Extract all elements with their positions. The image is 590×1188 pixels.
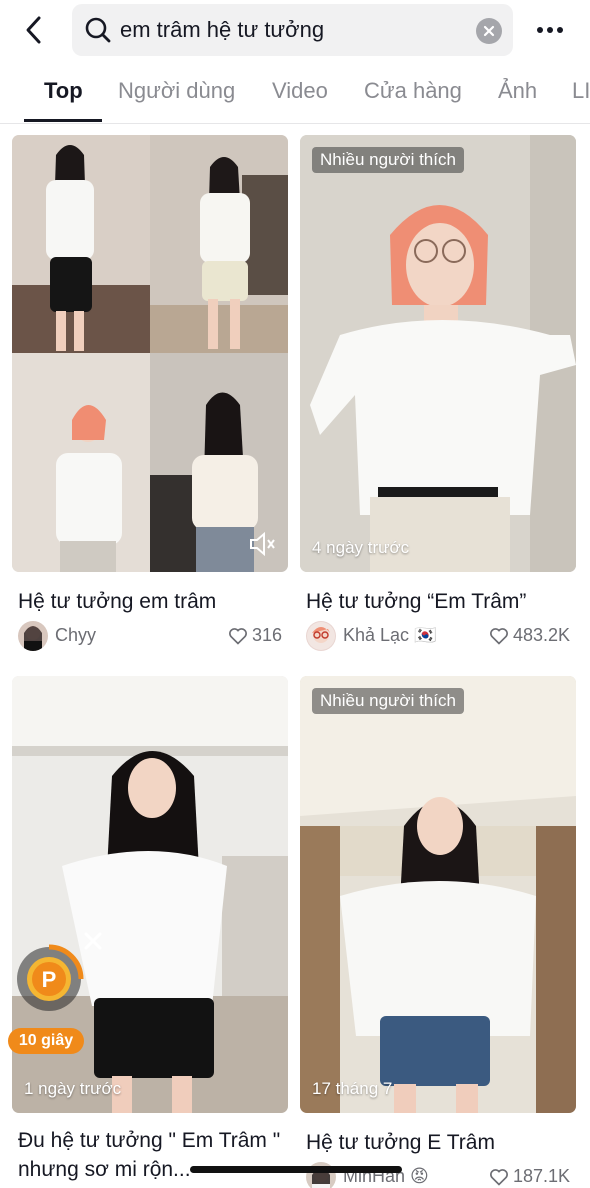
video-thumbnail[interactable]: Nhiều người thích 17 tháng 7 — [300, 676, 576, 1113]
coin-symbol: P — [42, 967, 57, 992]
chevron-left-icon — [26, 16, 41, 44]
header: em trâm hệ tư tưởng — [0, 0, 590, 62]
video-caption[interactable]: Hệ tư tưởng em trâm — [18, 587, 288, 616]
clear-search-button[interactable] — [476, 18, 502, 44]
results-tabs: Top Người dùng Video Cửa hàng Ảnh LI — [0, 62, 590, 124]
like-count-value: 316 — [251, 625, 282, 645]
tab-top[interactable]: Top — [44, 78, 83, 104]
like-count-value: 483.2K — [512, 625, 570, 645]
popular-badge: Nhiều người thích — [312, 147, 464, 173]
post-date: 17 tháng 7 — [312, 1079, 393, 1098]
clear-x-icon — [483, 25, 495, 37]
tab-live[interactable]: LI — [572, 78, 590, 104]
close-icon[interactable] — [82, 930, 104, 952]
video-still-image — [300, 135, 576, 572]
more-options-button[interactable] — [530, 12, 570, 48]
post-date: 4 ngày trước — [312, 538, 410, 557]
heart-icon — [489, 627, 508, 645]
video-caption[interactable]: Đu hệ tư tưởng " Em Trâm " nhưng sơ mi r… — [18, 1126, 288, 1184]
author-name[interactable]: Chyy — [55, 625, 96, 646]
like-count-value: 187.1K — [512, 1166, 570, 1186]
video-caption[interactable]: Hệ tư tưởng E Trâm — [306, 1128, 576, 1157]
heart-icon — [229, 627, 247, 645]
video-thumbnail[interactable]: Nhiều người thích 4 ngày trước — [300, 135, 576, 572]
avatar[interactable] — [18, 621, 48, 651]
avatar[interactable] — [306, 621, 336, 651]
video-meta: Khả Lạc 🇰🇷 483.2K — [306, 621, 570, 651]
like-count: 316 — [228, 625, 282, 646]
more-dot — [557, 27, 563, 33]
video-thumbnail[interactable] — [12, 135, 288, 572]
tab-photos[interactable]: Ảnh — [498, 78, 537, 104]
volume-icon[interactable] — [248, 531, 278, 557]
back-button[interactable] — [14, 10, 54, 50]
tab-video[interactable]: Video — [272, 78, 328, 104]
video-meta: Chyy 316 — [18, 621, 282, 651]
more-dots-icon — [537, 27, 543, 33]
reward-timer: 10 giây — [8, 1028, 84, 1054]
like-count: 483.2K — [489, 625, 570, 646]
author-name[interactable]: Khả Lạc 🇰🇷 — [343, 625, 436, 646]
heart-icon — [489, 1168, 508, 1186]
search-input[interactable]: em trâm hệ tư tưởng — [120, 17, 324, 43]
video-still-image — [300, 676, 576, 1113]
search-icon — [85, 17, 111, 43]
post-date: 1 ngày trước — [24, 1079, 122, 1098]
reward-coin-widget[interactable]: P — [14, 944, 84, 1014]
search-bar[interactable]: em trâm hệ tư tưởng — [72, 4, 513, 56]
active-tab-indicator — [24, 119, 102, 122]
popular-badge: Nhiều người thích — [312, 688, 464, 714]
more-dot — [547, 27, 553, 33]
home-indicator[interactable] — [190, 1166, 402, 1173]
tab-users[interactable]: Người dùng — [118, 78, 235, 104]
collage-image — [12, 135, 288, 572]
tab-shop[interactable]: Cửa hàng — [364, 78, 462, 104]
like-count: 187.1K — [489, 1166, 570, 1187]
video-caption[interactable]: Hệ tư tưởng “Em Trâm” — [306, 587, 576, 616]
